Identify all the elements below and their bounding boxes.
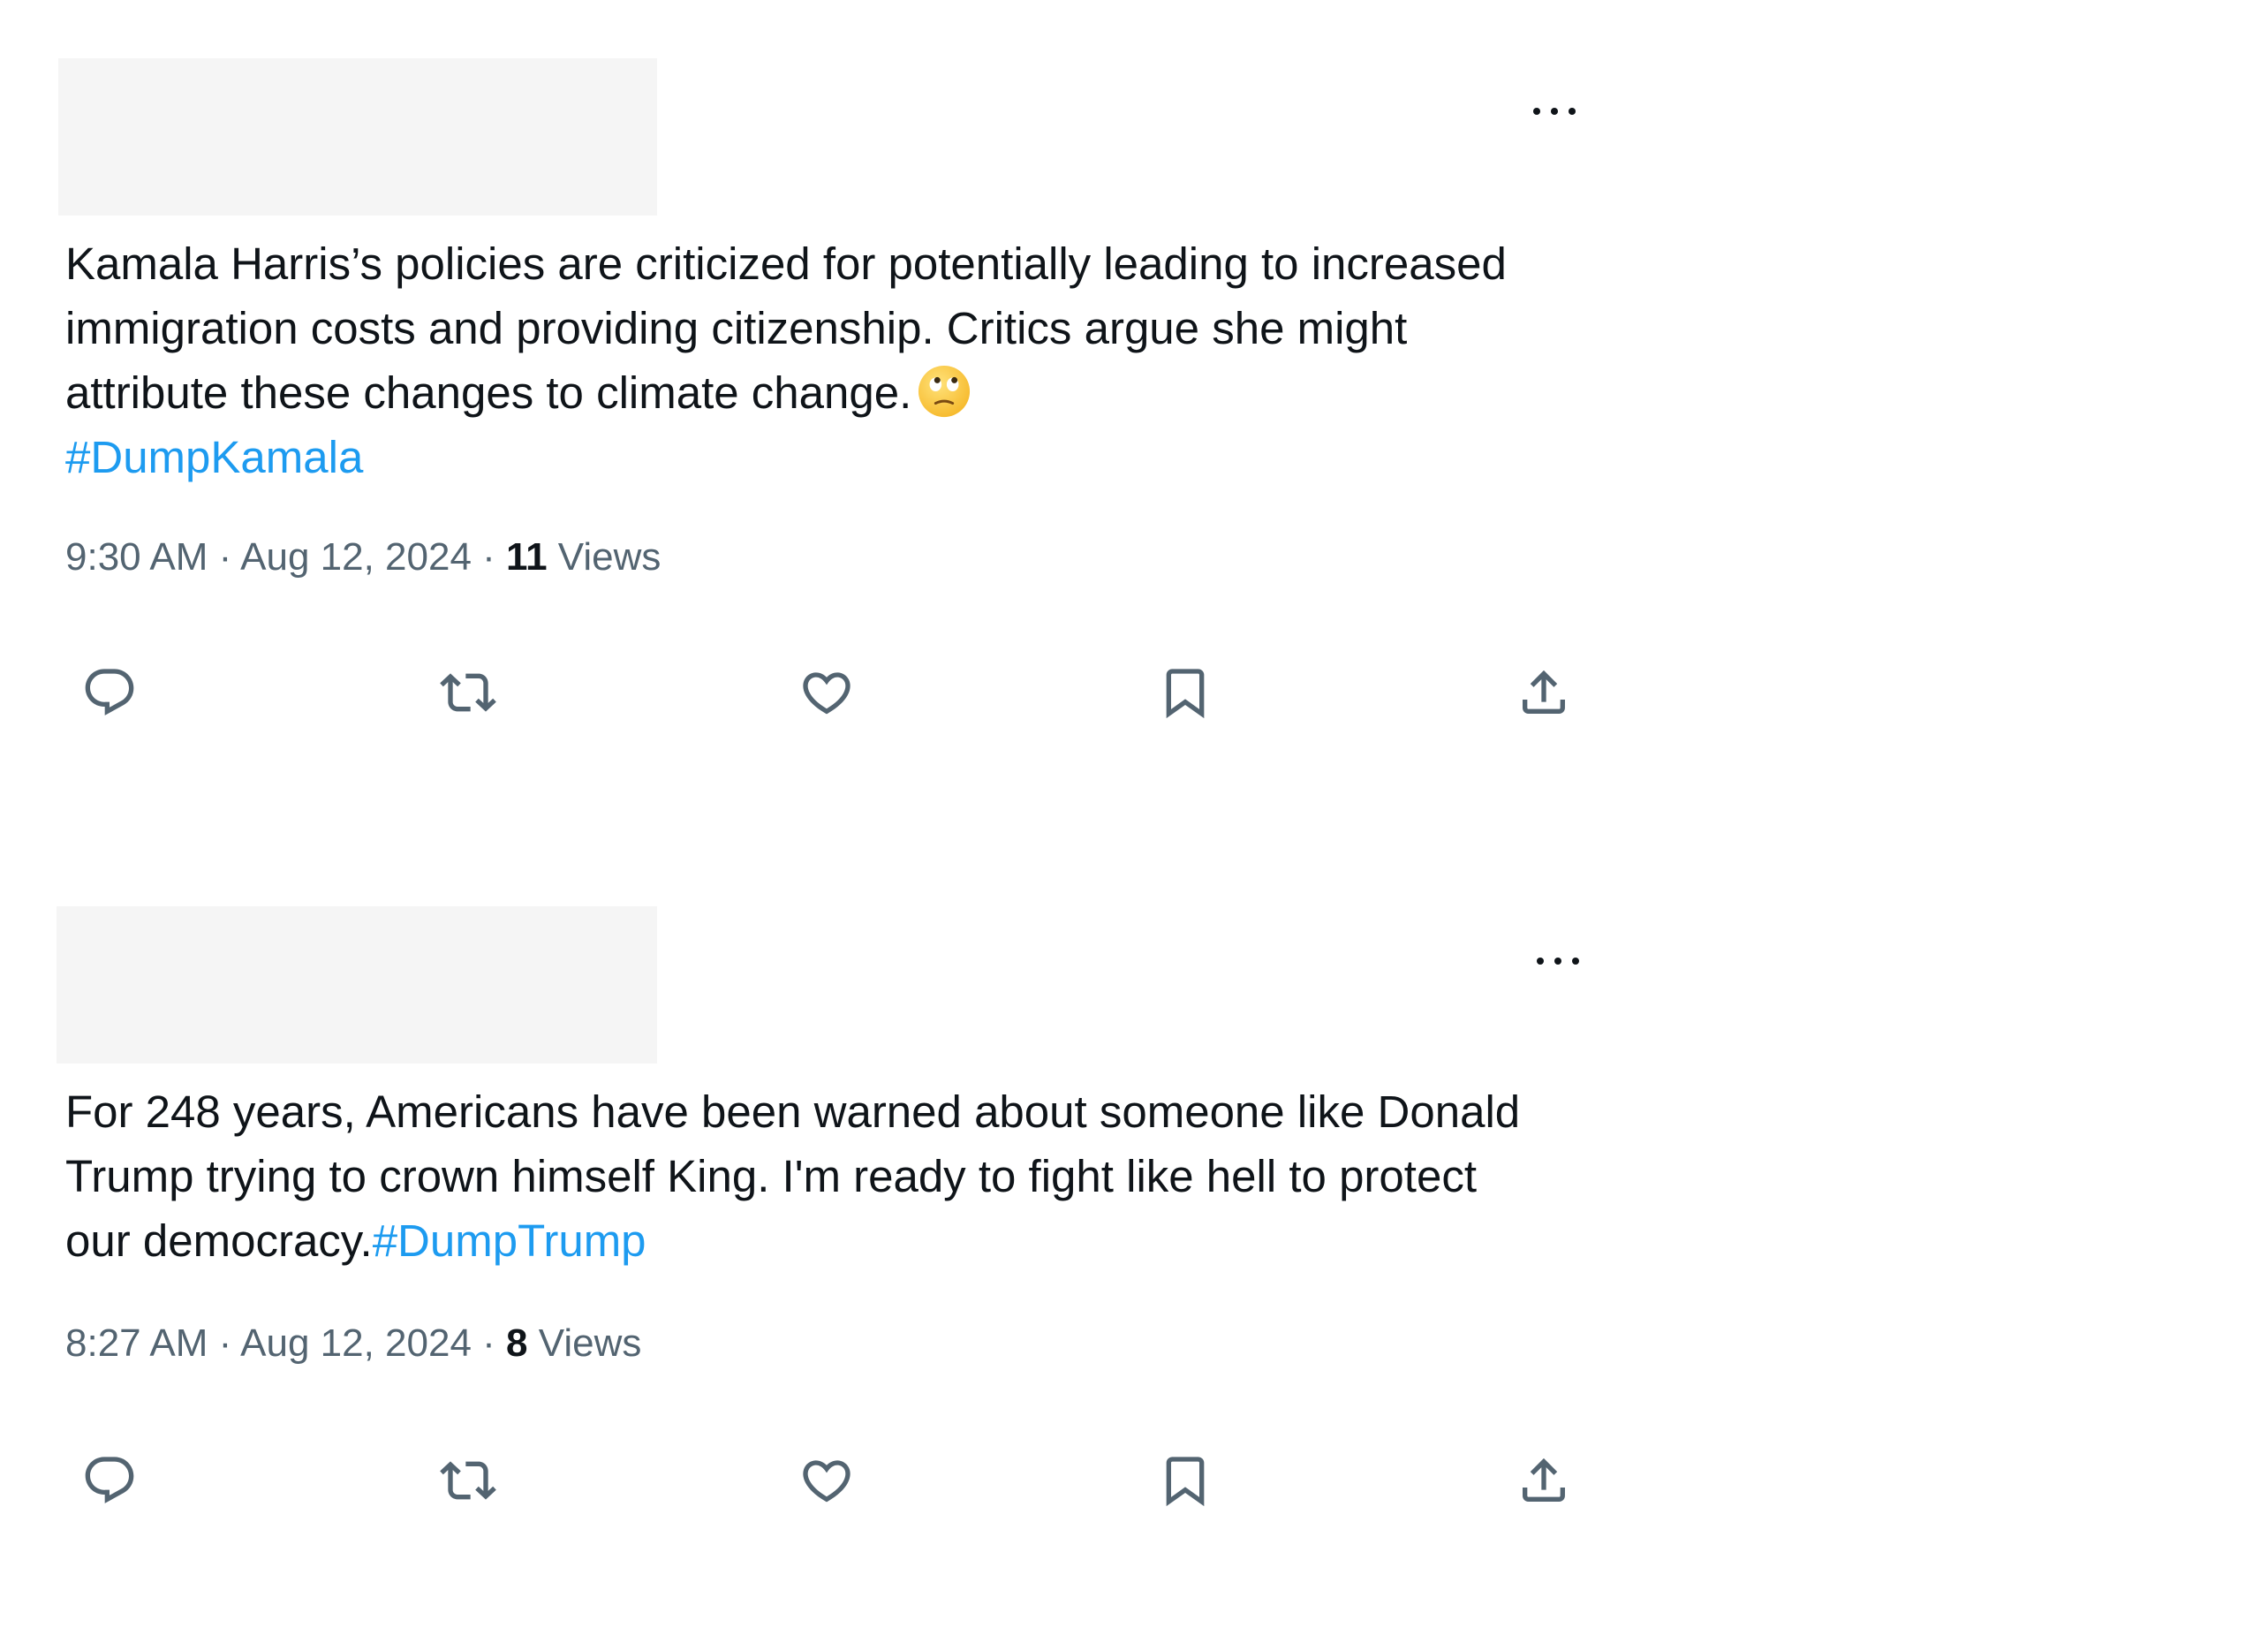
tweet-text-line: Trump trying to crown himself King. I'm …	[65, 1151, 1477, 1201]
meta-separator: ·	[218, 535, 232, 579]
retweet-button[interactable]	[436, 661, 500, 724]
share-icon	[1523, 1458, 1565, 1502]
retweet-icon	[440, 673, 496, 712]
view-count: 8	[506, 1321, 528, 1365]
more-options-icon[interactable]	[1533, 102, 1576, 120]
share-icon	[1523, 670, 1565, 714]
tweet-time[interactable]: 9:30 AM	[65, 535, 208, 579]
tweet-meta: 9:30 AM · Aug 12, 2024 · 11 Views	[65, 535, 661, 579]
retweet-icon	[440, 1461, 496, 1500]
tweet-text-line: attribute these changes to climate chang…	[65, 360, 1584, 425]
tweet-actions	[78, 1449, 1597, 1512]
like-icon	[803, 672, 850, 715]
tweet-date[interactable]: Aug 12, 2024	[240, 1321, 472, 1365]
tweet-text: Kamala Harris’s policies are criticized …	[65, 231, 1584, 489]
hashtag-link[interactable]: #DumpTrump	[373, 1215, 646, 1266]
like-button[interactable]	[795, 661, 858, 724]
tweet-text-line: Kamala Harris’s policies are criticized …	[65, 238, 1507, 289]
meta-separator: ·	[482, 1321, 495, 1365]
tweet-text-line: our democracy.#DumpTrump	[65, 1208, 1584, 1273]
reply-button[interactable]	[78, 1449, 141, 1512]
tweet-text: For 248 years, Americans have been warne…	[65, 1079, 1584, 1273]
hashtag-link[interactable]: #DumpKamala	[65, 425, 1584, 489]
reply-icon	[85, 1457, 134, 1503]
reply-icon	[85, 669, 134, 716]
redacted-author-block	[57, 906, 657, 1064]
share-button[interactable]	[1512, 1449, 1576, 1512]
share-button[interactable]	[1512, 661, 1576, 724]
tweet-date[interactable]: Aug 12, 2024	[240, 535, 472, 579]
tweet-text-line: immigration costs and providing citizens…	[65, 303, 1408, 353]
views-label: Views	[557, 535, 662, 579]
bookmark-button[interactable]	[1153, 661, 1217, 724]
tweet-text-line: For 248 years, Americans have been warne…	[65, 1086, 1521, 1137]
like-button[interactable]	[795, 1449, 858, 1512]
meta-separator: ·	[218, 1321, 232, 1365]
tweet-actions	[78, 661, 1597, 724]
bookmark-icon	[1166, 669, 1205, 719]
like-icon	[803, 1460, 850, 1503]
redacted-author-block	[58, 58, 657, 216]
tweet-text-segment: attribute these changes to climate chang…	[65, 367, 912, 418]
retweet-button[interactable]	[436, 1449, 500, 1512]
tweet[interactable]: For 248 years, Americans have been warne…	[0, 848, 1590, 1643]
tweet-text-segment: our democracy.	[65, 1215, 373, 1266]
view-count: 11	[506, 535, 548, 579]
bookmark-button[interactable]	[1153, 1449, 1217, 1512]
views-label: Views	[538, 1321, 642, 1365]
tweet-time[interactable]: 8:27 AM	[65, 1321, 208, 1365]
bookmark-icon	[1166, 1457, 1205, 1507]
meta-separator: ·	[482, 535, 495, 579]
reply-button[interactable]	[78, 661, 141, 724]
face-with-rolling-eyes-icon	[917, 364, 971, 419]
tweet[interactable]: Kamala Harris’s policies are criticized …	[0, 0, 1590, 795]
more-options-icon[interactable]	[1537, 952, 1579, 970]
tweet-meta: 8:27 AM · Aug 12, 2024 · 8 Views	[65, 1321, 641, 1366]
